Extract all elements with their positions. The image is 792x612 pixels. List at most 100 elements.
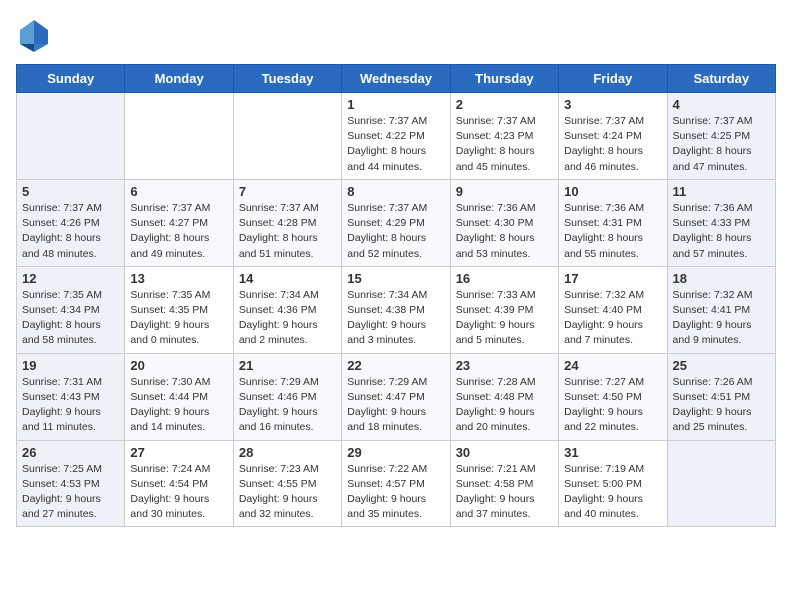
calendar-cell: 15 Sunrise: 7:34 AM Sunset: 4:38 PM Dayli… bbox=[342, 266, 450, 353]
calendar-cell: 9 Sunrise: 7:36 AM Sunset: 4:30 PM Daylig… bbox=[450, 179, 558, 266]
column-header-tuesday: Tuesday bbox=[233, 65, 341, 93]
calendar-cell bbox=[125, 93, 233, 180]
day-number: 6 bbox=[130, 184, 227, 199]
day-number: 7 bbox=[239, 184, 336, 199]
day-number: 25 bbox=[673, 358, 770, 373]
day-number: 29 bbox=[347, 445, 444, 460]
calendar-cell: 23Sunrise: 7:28 AM Sunset: 4:48 PM Dayli… bbox=[450, 353, 558, 440]
calendar-cell: 11 Sunrise: 7:36 AM Sunset: 4:33 PM Dayli… bbox=[667, 179, 775, 266]
day-number: 27 bbox=[130, 445, 227, 460]
column-header-friday: Friday bbox=[559, 65, 667, 93]
day-number: 30 bbox=[456, 445, 553, 460]
day-info: Sunrise: 7:37 AM Sunset: 4:29 PM Dayligh… bbox=[347, 201, 444, 262]
day-number: 8 bbox=[347, 184, 444, 199]
day-info: Sunrise: 7:21 AM Sunset: 4:58 PM Dayligh… bbox=[456, 462, 553, 523]
day-number: 18 bbox=[673, 271, 770, 286]
day-info: Sunrise: 7:25 AM Sunset: 4:53 PM Dayligh… bbox=[22, 462, 119, 523]
calendar-cell: 13 Sunrise: 7:35 AM Sunset: 4:35 PM Dayli… bbox=[125, 266, 233, 353]
day-info: Sunrise: 7:33 AM Sunset: 4:39 PM Dayligh… bbox=[456, 288, 553, 349]
column-header-sunday: Sunday bbox=[17, 65, 125, 93]
calendar-cell: 29Sunrise: 7:22 AM Sunset: 4:57 PM Dayli… bbox=[342, 440, 450, 527]
day-info: Sunrise: 7:19 AM Sunset: 5:00 PM Dayligh… bbox=[564, 462, 661, 523]
day-number: 26 bbox=[22, 445, 119, 460]
day-number: 13 bbox=[130, 271, 227, 286]
day-number: 12 bbox=[22, 271, 119, 286]
calendar-cell: 27 Sunrise: 7:24 AM Sunset: 4:54 PM Dayli… bbox=[125, 440, 233, 527]
logo-icon bbox=[16, 16, 52, 52]
calendar-cell: 1 Sunrise: 7:37 AM Sunset: 4:22 PM Daylig… bbox=[342, 93, 450, 180]
day-number: 17 bbox=[564, 271, 661, 286]
calendar-cell: 17 Sunrise: 7:32 AM Sunset: 4:40 PM Dayli… bbox=[559, 266, 667, 353]
day-info: Sunrise: 7:23 AM Sunset: 4:55 PM Dayligh… bbox=[239, 462, 336, 523]
calendar-cell: 5 Sunrise: 7:37 AM Sunset: 4:26 PM Daylig… bbox=[17, 179, 125, 266]
day-info: Sunrise: 7:35 AM Sunset: 4:35 PM Dayligh… bbox=[130, 288, 227, 349]
day-number: 19 bbox=[22, 358, 119, 373]
day-number: 31 bbox=[564, 445, 661, 460]
day-number: 5 bbox=[22, 184, 119, 199]
logo bbox=[16, 16, 56, 52]
column-header-monday: Monday bbox=[125, 65, 233, 93]
day-info: Sunrise: 7:30 AM Sunset: 4:44 PM Dayligh… bbox=[130, 375, 227, 436]
day-number: 9 bbox=[456, 184, 553, 199]
calendar-cell: 19 Sunrise: 7:31 AM Sunset: 4:43 PM Dayli… bbox=[17, 353, 125, 440]
calendar-cell: 21 Sunrise: 7:29 AM Sunset: 4:46 PM Dayli… bbox=[233, 353, 341, 440]
day-info: Sunrise: 7:37 AM Sunset: 4:25 PM Dayligh… bbox=[673, 114, 770, 175]
calendar-cell: 10 Sunrise: 7:36 AM Sunset: 4:31 PM Dayli… bbox=[559, 179, 667, 266]
day-info: Sunrise: 7:32 AM Sunset: 4:41 PM Dayligh… bbox=[673, 288, 770, 349]
day-number: 2 bbox=[456, 97, 553, 112]
calendar-cell: 8 Sunrise: 7:37 AM Sunset: 4:29 PM Daylig… bbox=[342, 179, 450, 266]
calendar-cell: 25Sunrise: 7:26 AM Sunset: 4:51 PM Dayli… bbox=[667, 353, 775, 440]
column-header-thursday: Thursday bbox=[450, 65, 558, 93]
week-row-4: 19 Sunrise: 7:31 AM Sunset: 4:43 PM Dayli… bbox=[17, 353, 776, 440]
day-info: Sunrise: 7:31 AM Sunset: 4:43 PM Dayligh… bbox=[22, 375, 119, 436]
calendar-cell: 30 Sunrise: 7:21 AM Sunset: 4:58 PM Dayli… bbox=[450, 440, 558, 527]
calendar-cell: 14 Sunrise: 7:34 AM Sunset: 4:36 PM Dayli… bbox=[233, 266, 341, 353]
day-number: 22 bbox=[347, 358, 444, 373]
day-info: Sunrise: 7:34 AM Sunset: 4:36 PM Dayligh… bbox=[239, 288, 336, 349]
calendar-table: SundayMondayTuesdayWednesdayThursdayFrid… bbox=[16, 64, 776, 527]
calendar-cell: 2Sunrise: 7:37 AM Sunset: 4:23 PM Daylig… bbox=[450, 93, 558, 180]
calendar-cell bbox=[233, 93, 341, 180]
day-number: 11 bbox=[673, 184, 770, 199]
day-info: Sunrise: 7:29 AM Sunset: 4:47 PM Dayligh… bbox=[347, 375, 444, 436]
day-number: 15 bbox=[347, 271, 444, 286]
week-row-2: 5 Sunrise: 7:37 AM Sunset: 4:26 PM Daylig… bbox=[17, 179, 776, 266]
day-info: Sunrise: 7:32 AM Sunset: 4:40 PM Dayligh… bbox=[564, 288, 661, 349]
day-number: 10 bbox=[564, 184, 661, 199]
calendar-cell: 7 Sunrise: 7:37 AM Sunset: 4:28 PM Daylig… bbox=[233, 179, 341, 266]
day-info: Sunrise: 7:37 AM Sunset: 4:26 PM Dayligh… bbox=[22, 201, 119, 262]
day-info: Sunrise: 7:24 AM Sunset: 4:54 PM Dayligh… bbox=[130, 462, 227, 523]
calendar-cell: 6 Sunrise: 7:37 AM Sunset: 4:27 PM Daylig… bbox=[125, 179, 233, 266]
day-number: 3 bbox=[564, 97, 661, 112]
day-info: Sunrise: 7:27 AM Sunset: 4:50 PM Dayligh… bbox=[564, 375, 661, 436]
day-number: 14 bbox=[239, 271, 336, 286]
day-number: 4 bbox=[673, 97, 770, 112]
day-number: 16 bbox=[456, 271, 553, 286]
calendar-cell: 26 Sunrise: 7:25 AM Sunset: 4:53 PM Dayli… bbox=[17, 440, 125, 527]
column-header-saturday: Saturday bbox=[667, 65, 775, 93]
day-info: Sunrise: 7:37 AM Sunset: 4:27 PM Dayligh… bbox=[130, 201, 227, 262]
day-info: Sunrise: 7:35 AM Sunset: 4:34 PM Dayligh… bbox=[22, 288, 119, 349]
calendar-cell: 4 Sunrise: 7:37 AM Sunset: 4:25 PM Daylig… bbox=[667, 93, 775, 180]
day-info: Sunrise: 7:36 AM Sunset: 4:31 PM Dayligh… bbox=[564, 201, 661, 262]
day-number: 24 bbox=[564, 358, 661, 373]
day-number: 21 bbox=[239, 358, 336, 373]
day-info: Sunrise: 7:34 AM Sunset: 4:38 PM Dayligh… bbox=[347, 288, 444, 349]
day-info: Sunrise: 7:36 AM Sunset: 4:33 PM Dayligh… bbox=[673, 201, 770, 262]
calendar-cell bbox=[17, 93, 125, 180]
day-info: Sunrise: 7:29 AM Sunset: 4:46 PM Dayligh… bbox=[239, 375, 336, 436]
day-number: 1 bbox=[347, 97, 444, 112]
day-info: Sunrise: 7:36 AM Sunset: 4:30 PM Dayligh… bbox=[456, 201, 553, 262]
page-header bbox=[16, 16, 776, 52]
calendar-cell: 24 Sunrise: 7:27 AM Sunset: 4:50 PM Dayli… bbox=[559, 353, 667, 440]
calendar-cell bbox=[667, 440, 775, 527]
week-row-3: 12 Sunrise: 7:35 AM Sunset: 4:34 PM Dayli… bbox=[17, 266, 776, 353]
day-number: 28 bbox=[239, 445, 336, 460]
day-info: Sunrise: 7:37 AM Sunset: 4:24 PM Dayligh… bbox=[564, 114, 661, 175]
day-info: Sunrise: 7:37 AM Sunset: 4:22 PM Dayligh… bbox=[347, 114, 444, 175]
calendar-cell: 22 Sunrise: 7:29 AM Sunset: 4:47 PM Dayli… bbox=[342, 353, 450, 440]
calendar-cell: 18 Sunrise: 7:32 AM Sunset: 4:41 PM Dayli… bbox=[667, 266, 775, 353]
day-info: Sunrise: 7:28 AM Sunset: 4:48 PM Dayligh… bbox=[456, 375, 553, 436]
week-row-1: 1 Sunrise: 7:37 AM Sunset: 4:22 PM Daylig… bbox=[17, 93, 776, 180]
day-info: Sunrise: 7:37 AM Sunset: 4:28 PM Dayligh… bbox=[239, 201, 336, 262]
